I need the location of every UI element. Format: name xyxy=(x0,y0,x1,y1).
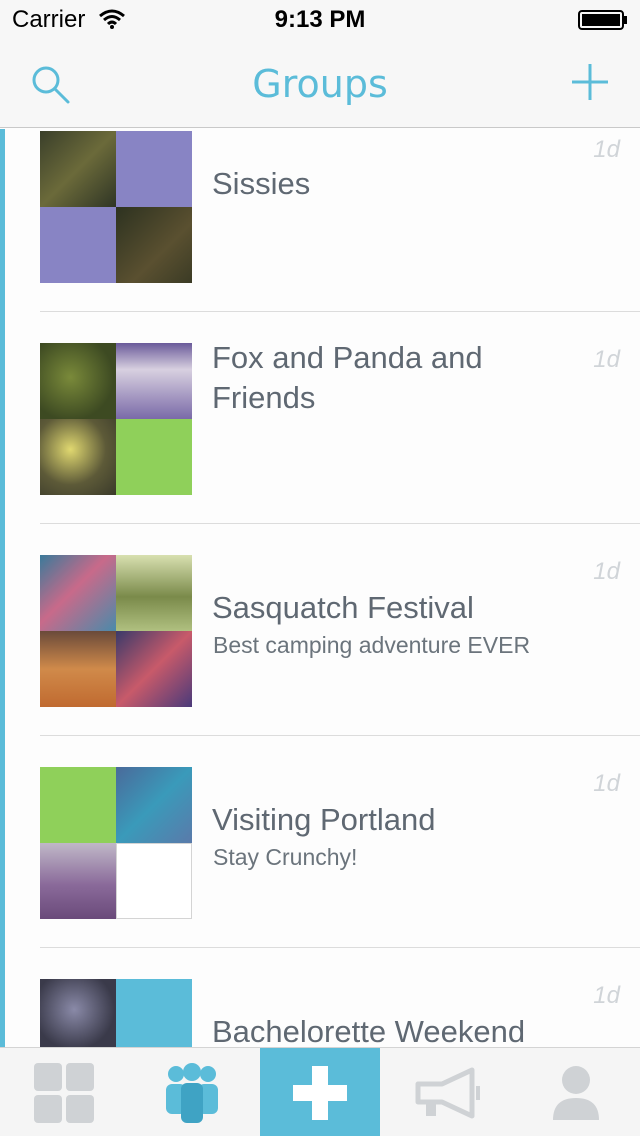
groups-list[interactable]: Sissies 1d Fox and Panda and Friends 1d … xyxy=(0,129,640,1047)
group-icon xyxy=(166,1062,218,1123)
megaphone-icon xyxy=(415,1067,480,1118)
group-time: 1d xyxy=(593,982,620,1009)
group-row-bachelorette-weekend[interactable]: Bachelorette Weekend 1d xyxy=(0,948,640,1047)
plus-icon xyxy=(293,1065,347,1120)
group-subtitle: Best camping adventure EVER xyxy=(213,632,531,658)
group-title: Sissies xyxy=(212,166,311,201)
page-title: Groups xyxy=(252,62,388,106)
grid-icon xyxy=(34,1062,94,1123)
group-subtitle: Stay Crunchy! xyxy=(213,844,358,870)
group-title: Sasquatch Festival xyxy=(212,590,474,625)
status-bar: Carrier 9:13 PM xyxy=(0,0,640,40)
tab-dashboard[interactable] xyxy=(0,1048,128,1136)
tab-groups[interactable] xyxy=(128,1048,256,1136)
profile-icon xyxy=(553,1065,599,1120)
tab-profile[interactable] xyxy=(512,1048,640,1136)
group-title: Bachelorette Weekend xyxy=(212,1014,526,1047)
tab-bar xyxy=(0,1047,640,1136)
group-title: Fox and Panda and Friends xyxy=(212,340,483,415)
group-time: 1d xyxy=(593,770,620,797)
group-thumbnail xyxy=(40,767,192,919)
status-time: 9:13 PM xyxy=(274,6,366,33)
group-time: 1d xyxy=(593,346,620,373)
group-time: 1d xyxy=(593,558,620,585)
battery-icon xyxy=(578,10,627,30)
group-title: Visiting Portland xyxy=(212,802,436,837)
group-row-sissies[interactable]: Sissies 1d xyxy=(0,129,640,312)
group-row-sasquatch-festival[interactable]: Sasquatch Festival Best camping adventur… xyxy=(0,524,640,736)
add-group-button[interactable] xyxy=(568,60,612,104)
group-thumbnail xyxy=(40,131,192,283)
group-time: 1d xyxy=(593,136,620,163)
nav-bar: Groups xyxy=(0,40,640,128)
tab-announcements[interactable] xyxy=(384,1048,512,1136)
group-thumbnail xyxy=(40,979,192,1047)
group-thumbnail xyxy=(40,343,192,495)
group-row-visiting-portland[interactable]: Visiting Portland Stay Crunchy! 1d xyxy=(0,736,640,948)
group-thumbnail xyxy=(40,555,192,707)
tab-create[interactable] xyxy=(260,1048,380,1136)
group-row-fox-and-panda[interactable]: Fox and Panda and Friends 1d xyxy=(0,312,640,524)
